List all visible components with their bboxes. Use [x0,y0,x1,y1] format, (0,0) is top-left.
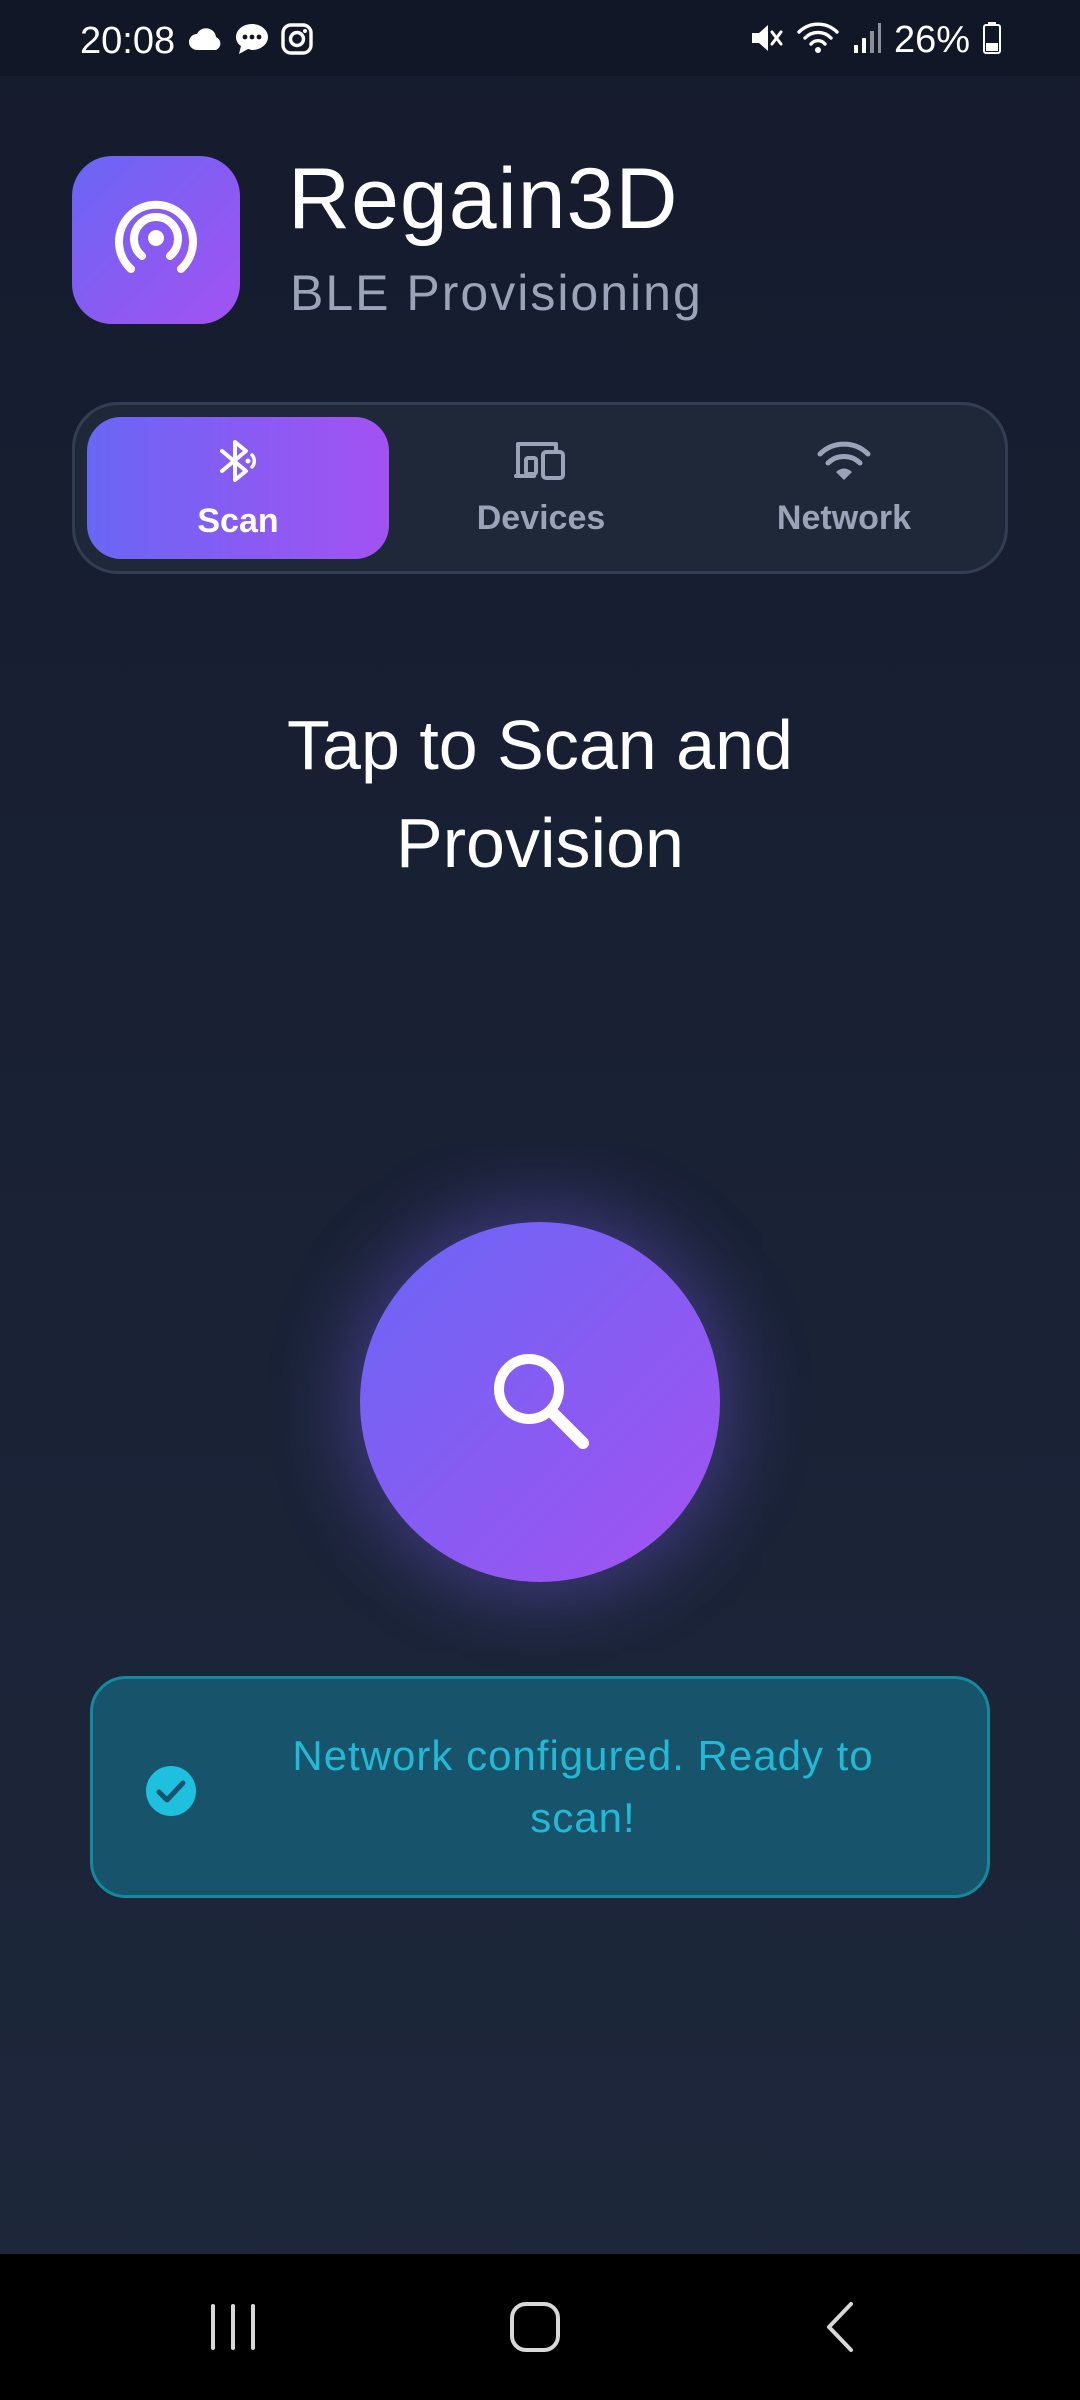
tab-label: Devices [476,499,606,537]
tab-label: Scan [197,502,279,540]
recents-icon [205,2302,261,2357]
status-system-icons: 26% [748,20,1002,60]
home-button[interactable] [490,2284,580,2374]
tab-label: Network [776,499,912,537]
battery-icon [982,21,1002,60]
navigation-bar [0,2254,1080,2400]
status-bar: 20:08 26% [0,0,1080,76]
status-time: 20:08 [80,20,176,62]
devices-icon [513,438,569,489]
status-notification-icons [188,22,314,60]
home-icon [507,2299,563,2360]
back-icon [821,2299,861,2360]
cloud-icon [188,26,224,57]
wifi-icon [816,438,872,489]
broadcast-icon [111,193,201,288]
check-circle-icon [145,1765,197,1817]
instagram-icon [280,22,314,61]
tab-scan[interactable]: Scan [87,417,389,559]
back-button[interactable] [796,2284,886,2374]
app-title: Regain3D [288,151,679,247]
recents-button[interactable] [188,2284,278,2374]
signal-icon [852,21,882,60]
wifi-icon [796,21,840,60]
app-logo [72,156,240,324]
scan-heading: Tap to Scan and Provision [287,706,793,882]
tab-devices[interactable]: Devices [390,417,692,559]
scan-button[interactable] [360,1222,720,1582]
tab-bar: Scan Devices Network [72,402,1008,574]
bluetooth-scan-icon [212,435,264,492]
status-card: Network configured. Ready to scan! [90,1676,990,1898]
app-subtitle: BLE Provisioning [290,265,703,321]
status-message: Network configured. Ready to scan! [292,1732,874,1841]
mute-icon [748,21,784,60]
chat-icon [234,22,270,61]
tab-network[interactable]: Network [693,417,995,559]
search-icon [485,1345,595,1460]
battery-percentage: 26% [893,19,970,61]
